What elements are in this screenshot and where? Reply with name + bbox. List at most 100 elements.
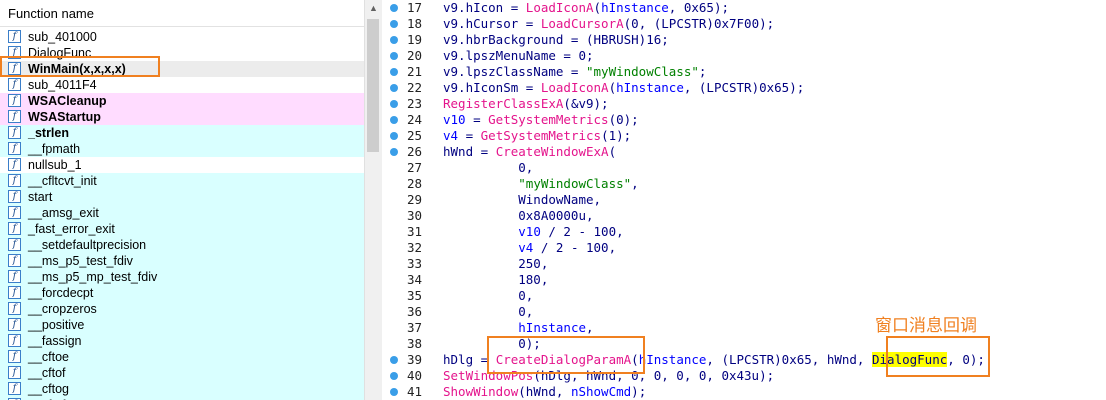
code-text: 0, [443, 160, 533, 176]
code-token: (1); [601, 128, 632, 143]
code-line[interactable]: 25 v4 = GetSystemMetrics(1); [382, 128, 1106, 144]
code-line[interactable]: 41 ShowWindow(hWnd, nShowCmd); [382, 384, 1106, 400]
code-line[interactable]: 31 v10 / 2 - 100, [382, 224, 1106, 240]
function-list-item[interactable]: f __cftof [0, 365, 364, 381]
breakpoint-dot-icon[interactable] [390, 132, 398, 140]
api-call-token[interactable]: CreateWindowExA [496, 144, 609, 159]
code-text: 0, [443, 304, 533, 320]
code-line[interactable]: 17 v9.hIcon = LoadIconA(hInstance, 0x65); [382, 0, 1106, 16]
code-token[interactable]: hInstance [518, 320, 586, 335]
function-list-item[interactable]: f start [0, 189, 364, 205]
function-list-item[interactable]: f __cropzeros [0, 301, 364, 317]
api-call-token[interactable]: LoadIconA [526, 0, 594, 15]
code-line[interactable]: 21 v9.lpszClassName = "myWindowClass"; [382, 64, 1106, 80]
function-name-column-header[interactable]: Function name [0, 0, 364, 27]
code-token: WindowName, [443, 192, 602, 207]
breakpoint-dot-icon[interactable] [390, 388, 398, 396]
line-number: 27 [406, 160, 422, 175]
code-token: v9.lpszMenuName = 0; [443, 48, 594, 63]
function-list-item[interactable]: f __ms_p5_mp_test_fdiv [0, 269, 364, 285]
function-list-item[interactable]: f __fassign [0, 333, 364, 349]
breakpoint-dot-icon[interactable] [390, 116, 398, 124]
function-list-item[interactable]: f __positive [0, 317, 364, 333]
function-list-item[interactable]: f __forcdecpt [0, 285, 364, 301]
code-token[interactable]: v4 [518, 240, 533, 255]
code-line[interactable]: 18 v9.hCursor = LoadCursorA(0, (LPCSTR)0x… [382, 16, 1106, 32]
code-line[interactable]: 32 v4 / 2 - 100, [382, 240, 1106, 256]
code-line[interactable]: 22 v9.hIconSm = LoadIconA(hInstance, (LPC… [382, 80, 1106, 96]
line-number: 36 [406, 304, 422, 319]
line-number: 33 [406, 256, 422, 271]
function-list-item[interactable]: f sub_401000 [0, 29, 364, 45]
scroll-up-arrow-icon[interactable]: ▲ [365, 0, 382, 17]
breakpoint-dot-icon[interactable] [390, 356, 398, 364]
code-line[interactable]: 24 v10 = GetSystemMetrics(0); [382, 112, 1106, 128]
api-call-token[interactable]: GetSystemMetrics [488, 112, 608, 127]
code-token[interactable]: "myWindowClass" [518, 176, 631, 191]
function-list-item[interactable]: f __fpmath [0, 141, 364, 157]
code-text: v9.hIconSm = LoadIconA(hInstance, (LPCST… [443, 80, 804, 96]
functions-scrollbar[interactable]: ▲ [364, 0, 382, 400]
code-line[interactable]: 37 hInstance, [382, 320, 1106, 336]
api-call-token[interactable]: ShowWindow [443, 384, 518, 399]
code-token[interactable]: hInstance [616, 80, 684, 95]
code-line[interactable]: 20 v9.lpszMenuName = 0; [382, 48, 1106, 64]
code-token[interactable]: v4 [443, 128, 458, 143]
code-line[interactable]: 29 WindowName, [382, 192, 1106, 208]
breakpoint-dot-icon[interactable] [390, 36, 398, 44]
breakpoint-dot-icon[interactable] [390, 372, 398, 380]
function-list-item[interactable]: f __cftog [0, 381, 364, 397]
code-line[interactable]: 35 0, [382, 288, 1106, 304]
function-name: _fast_error_exit [28, 222, 115, 236]
breakpoint-dot-icon[interactable] [390, 100, 398, 108]
code-line[interactable]: 28 "myWindowClass", [382, 176, 1106, 192]
code-token: = [465, 112, 489, 127]
createdialogparama-highlight-box [487, 336, 645, 374]
function-icon: f [8, 270, 21, 283]
code-line[interactable]: 36 0, [382, 304, 1106, 320]
code-token[interactable]: v10 [443, 112, 466, 127]
scrollbar-thumb[interactable] [367, 19, 379, 152]
code-line[interactable]: 34 180, [382, 272, 1106, 288]
code-token[interactable]: hInstance [601, 0, 669, 15]
code-line[interactable]: 23 RegisterClassExA(&v9); [382, 96, 1106, 112]
code-token[interactable]: nShowCmd [571, 384, 631, 399]
code-line[interactable]: 30 0x8A0000u, [382, 208, 1106, 224]
code-text: 250, [443, 256, 548, 272]
function-list-item[interactable]: f __amsg_exit [0, 205, 364, 221]
breakpoint-dot-icon[interactable] [390, 4, 398, 12]
api-call-token[interactable]: LoadIconA [541, 80, 609, 95]
function-list-item[interactable]: f sub_4011F4 [0, 77, 364, 93]
function-list-item[interactable]: f __cfltcvt_init [0, 173, 364, 189]
breakpoint-dot-icon[interactable] [390, 68, 398, 76]
api-call-token[interactable]: GetSystemMetrics [481, 128, 601, 143]
line-number: 25 [406, 128, 422, 143]
function-list-item[interactable]: f _strlen [0, 125, 364, 141]
breakpoint-dot-icon[interactable] [390, 84, 398, 92]
code-token[interactable]: hInstance [639, 352, 707, 367]
code-line[interactable]: 26 hWnd = CreateWindowExA( [382, 144, 1106, 160]
code-token: v9.hbrBackground = (HBRUSH)16; [443, 32, 669, 47]
api-call-token[interactable]: LoadCursorA [541, 16, 624, 31]
code-token[interactable]: v10 [518, 224, 541, 239]
code-token[interactable]: "myWindowClass" [586, 64, 699, 79]
breakpoint-dot-icon[interactable] [390, 52, 398, 60]
function-list-item[interactable]: f WSAStartup [0, 109, 364, 125]
api-call-token[interactable]: RegisterClassExA [443, 96, 563, 111]
code-line[interactable]: 33 250, [382, 256, 1106, 272]
code-token: v9.lpszClassName = [443, 64, 586, 79]
function-list-item[interactable]: f WSACleanup [0, 93, 364, 109]
function-list-item[interactable]: f nullsub_1 [0, 157, 364, 173]
breakpoint-dot-icon[interactable] [390, 148, 398, 156]
breakpoint-dot-icon[interactable] [390, 20, 398, 28]
code-line[interactable]: 19 v9.hbrBackground = (HBRUSH)16; [382, 32, 1106, 48]
function-list-item[interactable]: f _fast_error_exit [0, 221, 364, 237]
function-list-item[interactable]: f __ms_p5_test_fdiv [0, 253, 364, 269]
function-list-item[interactable]: f __setdefaultprecision [0, 237, 364, 253]
function-icon: f [8, 222, 21, 235]
code-line[interactable]: 27 0, [382, 160, 1106, 176]
function-list-item[interactable]: f __cftoe [0, 349, 364, 365]
function-name: __cftog [28, 382, 70, 396]
function-name: _strlen [28, 126, 69, 140]
line-number: 18 [406, 16, 422, 31]
